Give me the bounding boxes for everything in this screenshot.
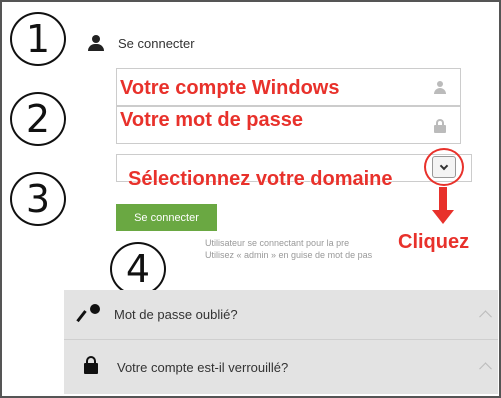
accordion-label: Mot de passe oublié?	[114, 307, 238, 322]
username-placeholder-annotation: Votre compte Windows	[120, 77, 340, 99]
login-title: Se connecter	[118, 35, 195, 51]
arrow-shaft	[439, 187, 447, 211]
step-2-circle: 2	[10, 92, 66, 146]
accordion-label: Votre compte est-il verrouillé?	[117, 359, 289, 375]
chevron-up-icon[interactable]	[479, 362, 492, 376]
step-1-circle: 1	[10, 12, 66, 66]
user-icon	[88, 35, 104, 51]
chevron-up-icon[interactable]	[479, 309, 492, 323]
hint-line-1: Utilisateur se connectant pour la pre	[205, 238, 350, 248]
lock-icon	[84, 356, 98, 374]
person-icon	[434, 81, 446, 95]
login-button[interactable]: Se connecter	[116, 204, 217, 231]
accordion-account-locked[interactable]: Votre compte est-il verrouillé?	[64, 340, 498, 394]
arrow-down-icon	[432, 210, 454, 224]
step-4-circle: 4	[110, 242, 166, 296]
password-placeholder-annotation: Votre mot de passe	[120, 109, 304, 131]
click-annotation: Cliquez	[398, 231, 470, 253]
step-3-circle: 3	[10, 172, 66, 226]
highlight-circle	[424, 148, 464, 186]
key-icon	[76, 304, 100, 324]
accordion-forgot-password[interactable]: Mot de passe oublié?	[64, 290, 498, 339]
domain-placeholder-annotation: Sélectionnez votre domaine	[128, 168, 393, 190]
login-header: Se connecter	[88, 32, 195, 54]
hint-line-2: Utilisez « admin » en guise de mot de pa…	[205, 250, 373, 260]
lock-icon	[434, 119, 446, 133]
